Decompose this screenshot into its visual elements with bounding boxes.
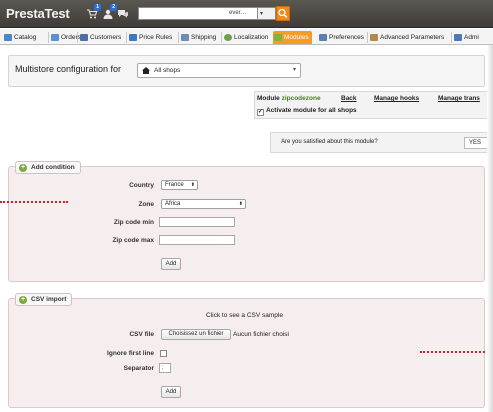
tab-advanced-parameters[interactable]: Advanced Parameters [369, 31, 444, 44]
customers-tab-icon [80, 34, 88, 41]
localization-icon [224, 34, 232, 41]
tab-catalog[interactable]: Catalog [3, 31, 36, 44]
separator-label: Separator [123, 365, 154, 372]
module-toolbar: Module zipcodezone Back Manage hooks Man… [254, 91, 493, 119]
add-condition-legend: + Add condition [15, 161, 81, 174]
activate-module-checkbox[interactable]: ✓ [257, 109, 264, 116]
marker-dots-left [0, 201, 68, 203]
chevron-updown-icon: ⬍ [238, 201, 243, 207]
zip-max-input[interactable] [159, 235, 235, 245]
tab-preferences[interactable]: Preferences [318, 31, 364, 44]
price-rules-icon [129, 34, 137, 41]
zone-label: Zone [138, 201, 154, 208]
zip-max-label: Zip code max [112, 237, 154, 244]
csv-import-fieldset: + CSV import Click to see a CSV sample CS… [8, 293, 485, 408]
choose-file-button[interactable]: Choisissez un fichier [161, 329, 231, 340]
tab-administration[interactable]: Admi [453, 31, 479, 44]
multistore-panel: Multistore configuration for All shops ▾ [8, 55, 485, 87]
tab-modules[interactable]: Modules [273, 31, 312, 44]
home-icon [142, 67, 150, 74]
csv-import-legend: + CSV import [15, 293, 73, 306]
ignore-first-line-checkbox[interactable] [160, 350, 167, 357]
activate-module-row: ✓ Activate module for all shops [257, 107, 357, 116]
country-select[interactable]: France ⬍ [161, 180, 198, 190]
ignore-first-line-label: Ignore first line [107, 350, 154, 357]
shop-selector[interactable]: All shops ▾ [137, 63, 301, 78]
multistore-label: Multistore configuration for [15, 64, 122, 74]
window-edge-shadow [487, 45, 493, 412]
satisfaction-question: Are you satisfied about this module? [281, 139, 378, 145]
manage-hooks-link[interactable]: Manage hooks [374, 95, 419, 102]
no-file-chosen-text: Aucun fichier choisi [233, 331, 289, 338]
advanced-parameters-icon [370, 34, 378, 41]
orders-icon [51, 34, 59, 41]
preferences-icon [319, 34, 327, 41]
main-tab-bar: Catalog Orders Customers Price Rules Shi… [0, 29, 493, 45]
cart-orders-icon[interactable]: 1 [86, 4, 101, 19]
zone-select[interactable]: Africa ⬍ [161, 199, 246, 209]
top-bar: PrestaTest 1 2 ever… ▾ [0, 0, 493, 28]
search-scope-dropdown[interactable]: ▾ [258, 7, 276, 20]
add-condition-fieldset: + Add condition Country France ⬍ Zone Afri… [8, 161, 485, 282]
zip-min-label: Zip code min [113, 219, 154, 226]
add-condition-button[interactable]: Add [161, 258, 181, 270]
module-title: Module zipcodezone [257, 95, 321, 102]
catalog-icon [4, 34, 12, 41]
shipping-icon [181, 34, 189, 41]
tab-shipping[interactable]: Shipping [180, 31, 216, 44]
country-label: Country [129, 182, 154, 189]
customers-icon[interactable]: 2 [102, 4, 117, 19]
tab-price-rules[interactable]: Price Rules [128, 31, 172, 44]
plus-icon: + [19, 164, 27, 172]
activate-module-label: Activate module for all shops [266, 107, 357, 114]
tab-localization[interactable]: Localization [223, 31, 268, 44]
module-name: zipcodezone [281, 95, 321, 102]
search-scope-label: ever… [229, 10, 247, 16]
search-icon [278, 8, 288, 18]
csv-sample-link[interactable]: Click to see a CSV sample [206, 312, 283, 319]
app-logo[interactable]: PrestaTest [6, 6, 70, 21]
search-button[interactable] [276, 6, 290, 21]
separator-input[interactable]: ; [159, 363, 171, 373]
modules-icon [274, 34, 282, 41]
chevron-down-icon: ▾ [292, 67, 296, 73]
plus-icon: + [19, 296, 27, 304]
csv-file-label: CSV file [129, 331, 154, 338]
administration-icon [454, 34, 462, 41]
satisfaction-panel: Are you satisfied about this module? YES [270, 132, 493, 153]
chevron-updown-icon: ⬍ [190, 182, 195, 188]
back-link[interactable]: Back [341, 95, 357, 102]
tab-customers[interactable]: Customers [79, 31, 121, 44]
manage-translations-link[interactable]: Manage trans [438, 95, 480, 102]
shop-selector-value: All shops [154, 67, 181, 74]
csv-add-button[interactable]: Add [161, 386, 181, 398]
marker-dots-right [420, 351, 493, 353]
orders-badge: 1 [94, 4, 101, 11]
customers-badge: 2 [110, 4, 117, 11]
zip-min-input[interactable] [159, 217, 235, 227]
messages-icon[interactable] [117, 9, 129, 19]
